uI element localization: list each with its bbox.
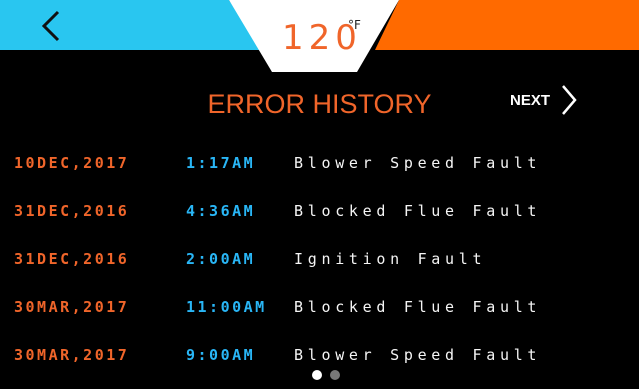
error-date: 10DEC,2017 [14,154,130,172]
error-time: 1:17AM [186,154,256,172]
chevron-left-icon [41,10,60,42]
error-date: 31DEC,2016 [14,202,130,220]
error-date: 30MAR,2017 [14,298,130,316]
error-message: Blocked Flue Fault [294,298,542,316]
back-button[interactable] [28,6,72,50]
error-row: 31DEC,2016 2:00AM Ignition Fault [14,235,634,283]
error-message: Ignition Fault [294,250,487,268]
error-date: 31DEC,2016 [14,250,130,268]
error-time: 2:00AM [186,250,256,268]
error-row: 31DEC,2016 4:36AM Blocked Flue Fault [14,187,634,235]
temperature-unit: °F [348,18,361,32]
page-dot-1[interactable] [312,370,322,380]
error-row: 10DEC,2017 1:17AM Blower Speed Fault [14,139,634,187]
next-label: NEXT [510,91,551,109]
error-message: Blocked Flue Fault [294,202,542,220]
error-row: 30MAR,2017 11:00AM Blocked Flue Fault [14,283,634,331]
error-list: 10DEC,2017 1:17AM Blower Speed Fault 31D… [14,139,634,379]
error-history-screen: 120 °F ERROR HISTORY NEXT 10DEC,2017 1:1… [0,0,639,389]
error-message: Blower Speed Fault [294,346,542,364]
error-time: 4:36AM [186,202,256,220]
error-time: 11:00AM [186,298,267,316]
page-dot-2[interactable] [330,370,340,380]
page-indicator [312,370,340,380]
temperature-readout: 120 °F [262,14,382,62]
error-message: Blower Speed Fault [294,154,542,172]
error-time: 9:00AM [186,346,256,364]
top-bar: 120 °F [0,0,639,75]
error-date: 30MAR,2017 [14,346,130,364]
next-button[interactable]: NEXT [510,80,580,120]
chevron-right-icon [562,85,577,115]
